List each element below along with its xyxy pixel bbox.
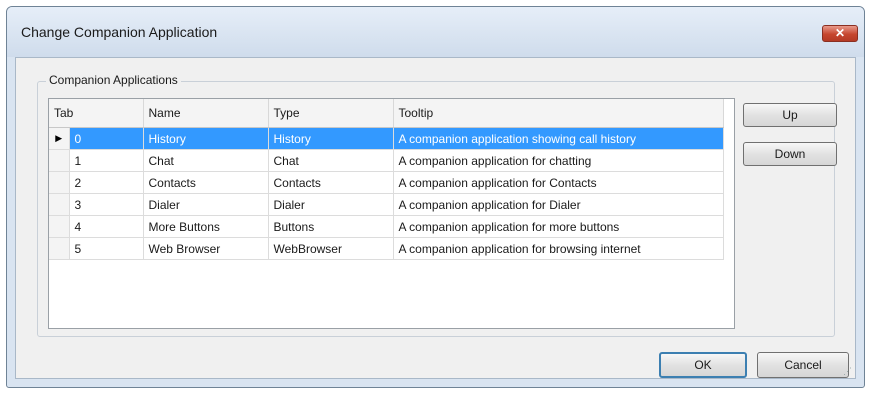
- cell-type[interactable]: History: [268, 127, 394, 150]
- companion-applications-grid[interactable]: Tab Name Type Tooltip ▶ 0 History Histor…: [48, 98, 735, 329]
- column-header-tab[interactable]: Tab: [49, 99, 144, 128]
- cell-name[interactable]: Dialer: [143, 193, 269, 216]
- cell-tooltip[interactable]: A companion application for Dialer: [393, 193, 724, 216]
- title-bar[interactable]: Change Companion Application ✕: [7, 7, 864, 57]
- cell-tooltip[interactable]: A companion application for Contacts: [393, 171, 724, 194]
- row-header[interactable]: [49, 171, 70, 194]
- dialog-title: Change Companion Application: [21, 24, 218, 40]
- cell-tooltip[interactable]: A companion application for chatting: [393, 149, 724, 172]
- cell-name[interactable]: History: [143, 127, 269, 150]
- column-header-name[interactable]: Name: [143, 99, 269, 128]
- cancel-button[interactable]: Cancel: [757, 352, 849, 378]
- row-header[interactable]: [49, 149, 70, 172]
- ok-button[interactable]: OK: [659, 352, 747, 378]
- applications-table: Tab Name Type Tooltip ▶ 0 History Histor…: [49, 99, 724, 260]
- cell-name[interactable]: Web Browser: [143, 237, 269, 260]
- cell-type[interactable]: Dialer: [268, 193, 394, 216]
- up-button[interactable]: Up: [743, 103, 837, 127]
- row-header[interactable]: [49, 215, 70, 238]
- cell-tooltip[interactable]: A companion application for more buttons: [393, 215, 724, 238]
- cell-type[interactable]: Buttons: [268, 215, 394, 238]
- cell-tooltip[interactable]: A companion application for browsing int…: [393, 237, 724, 260]
- cell-name[interactable]: More Buttons: [143, 215, 269, 238]
- column-header-tooltip[interactable]: Tooltip: [393, 99, 724, 128]
- close-button[interactable]: ✕: [822, 25, 858, 42]
- cell-tab[interactable]: 0: [69, 127, 144, 150]
- column-header-type[interactable]: Type: [268, 99, 394, 128]
- cell-tab[interactable]: 5: [69, 237, 144, 260]
- group-label: Companion Applications: [46, 73, 181, 87]
- cell-name[interactable]: Contacts: [143, 171, 269, 194]
- cell-type[interactable]: Chat: [268, 149, 394, 172]
- down-button[interactable]: Down: [743, 142, 837, 166]
- table-row[interactable]: 3 Dialer Dialer A companion application …: [49, 193, 724, 216]
- close-icon: ✕: [834, 26, 846, 40]
- cell-tab[interactable]: 3: [69, 193, 144, 216]
- row-indicator-icon[interactable]: ▶: [49, 127, 70, 150]
- table-row[interactable]: 1 Chat Chat A companion application for …: [49, 149, 724, 172]
- table-row[interactable]: 2 Contacts Contacts A companion applicat…: [49, 171, 724, 194]
- cell-tooltip[interactable]: A companion application showing call his…: [393, 127, 724, 150]
- table-header-row: Tab Name Type Tooltip: [49, 99, 724, 128]
- cell-type[interactable]: WebBrowser: [268, 237, 394, 260]
- resize-grip-icon[interactable]: ⋰: [843, 366, 853, 376]
- row-header[interactable]: [49, 237, 70, 260]
- table-row[interactable]: 5 Web Browser WebBrowser A companion app…: [49, 237, 724, 260]
- dialog-client-area: Companion Applications Tab Name Type Too…: [15, 57, 856, 379]
- cell-type[interactable]: Contacts: [268, 171, 394, 194]
- table-row[interactable]: 4 More Buttons Buttons A companion appli…: [49, 215, 724, 238]
- companion-applications-group: Companion Applications Tab Name Type Too…: [37, 73, 835, 337]
- table-row[interactable]: ▶ 0 History History A companion applicat…: [49, 127, 724, 150]
- row-header[interactable]: [49, 193, 70, 216]
- cell-tab[interactable]: 4: [69, 215, 144, 238]
- cell-tab[interactable]: 1: [69, 149, 144, 172]
- cell-tab[interactable]: 2: [69, 171, 144, 194]
- change-companion-dialog: Change Companion Application ✕ Companion…: [6, 6, 865, 388]
- cell-name[interactable]: Chat: [143, 149, 269, 172]
